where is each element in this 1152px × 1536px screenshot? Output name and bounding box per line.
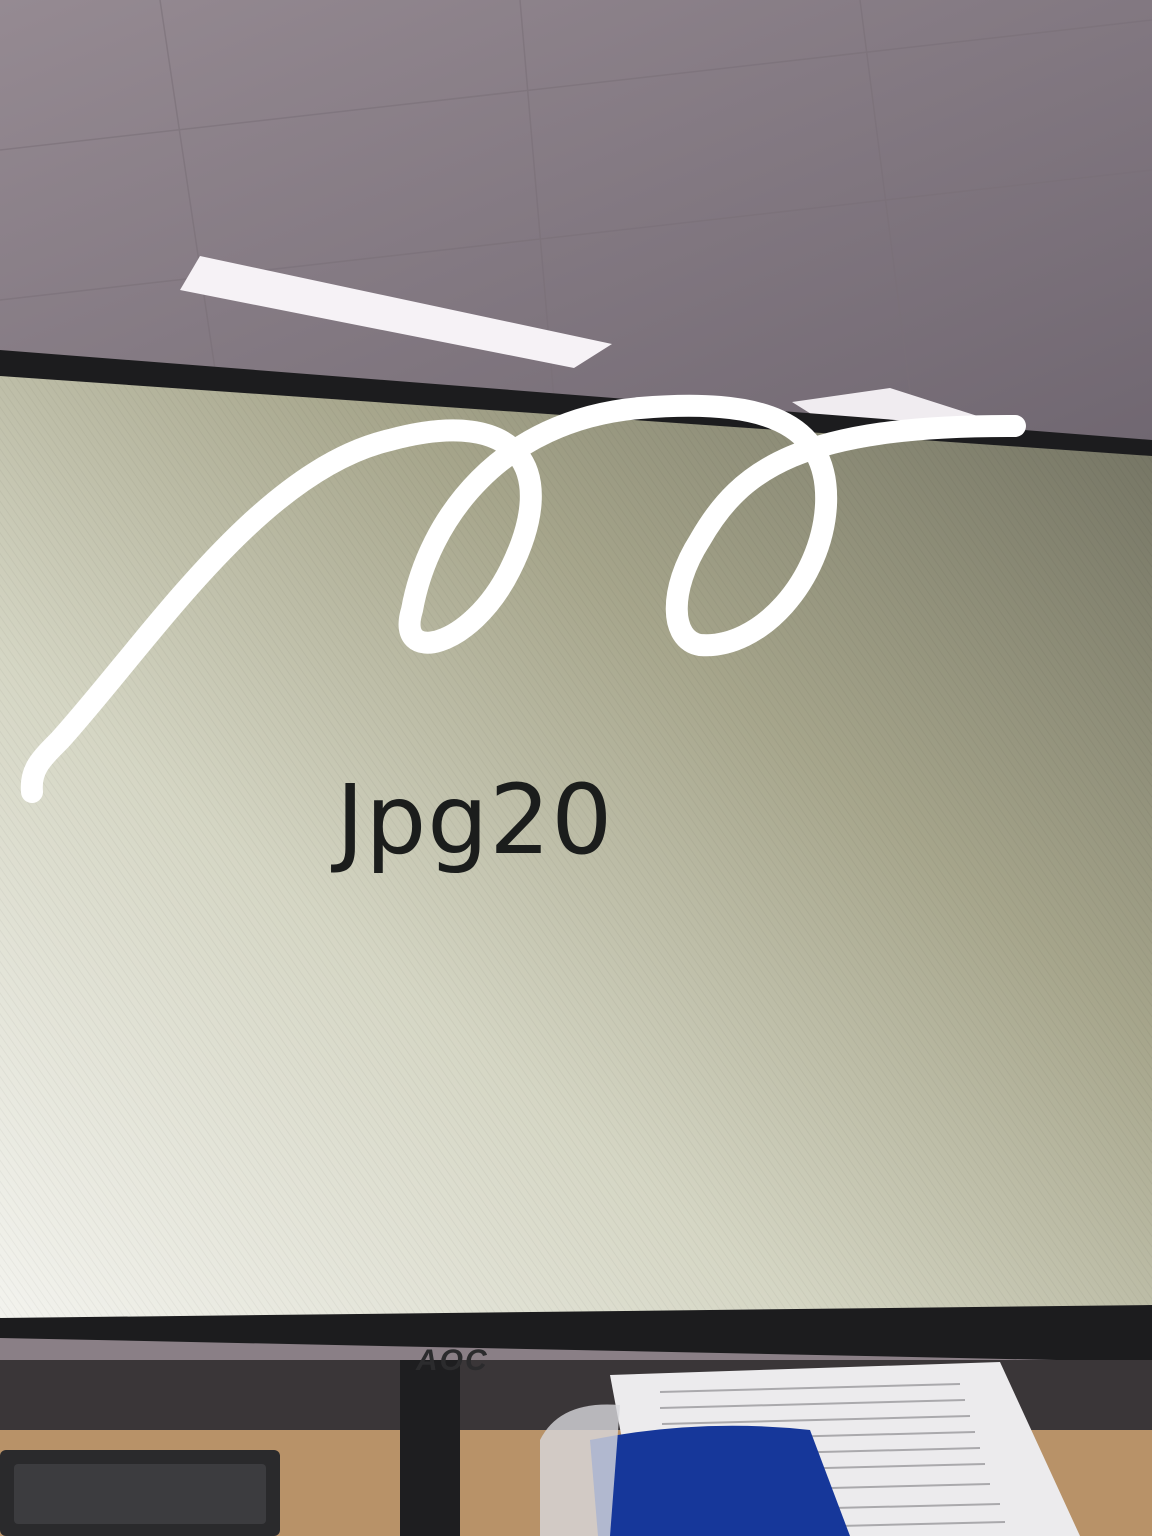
monitor-stand (400, 1360, 460, 1536)
blue-cushion (590, 1425, 850, 1536)
screen-text: Jpg20 (336, 764, 614, 876)
monitor-brand-logo: AOC (416, 1344, 489, 1377)
